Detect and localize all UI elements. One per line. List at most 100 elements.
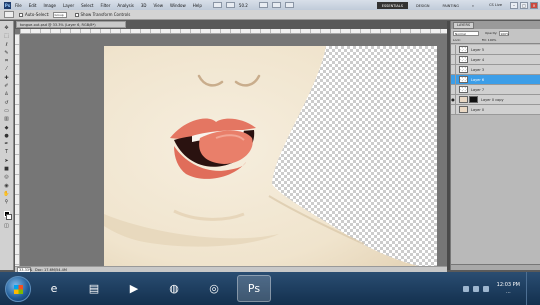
photoshop-logo: Ps: [4, 1, 11, 9]
show-desktop-button[interactable]: [526, 272, 534, 305]
visibility-eye-icon[interactable]: [451, 74, 456, 85]
fill-label[interactable]: Fill: 100%: [482, 38, 497, 42]
layer-row[interactable]: Layer 4: [451, 54, 540, 65]
menu-window[interactable]: Window: [170, 3, 186, 8]
clone-stamp-tool-icon[interactable]: ♙: [2, 91, 11, 99]
firefox-icon[interactable]: ◍: [157, 275, 191, 302]
gradient-tool-icon[interactable]: ▥: [2, 116, 11, 124]
tab-layers[interactable]: LAYERS: [453, 21, 475, 29]
menu-layer[interactable]: Layer: [63, 3, 74, 8]
visibility-eye-icon[interactable]: [451, 64, 456, 75]
layer-mask-thumbnail[interactable]: [469, 96, 478, 103]
flag-icon[interactable]: [482, 285, 489, 292]
visibility-eye-icon[interactable]: [451, 44, 456, 55]
close-button[interactable]: ×: [530, 1, 538, 9]
menu-image[interactable]: Image: [43, 3, 56, 8]
image-canvas[interactable]: [104, 46, 437, 270]
clock[interactable]: 12:03 PM ...: [497, 282, 520, 296]
arrange-documents-button[interactable]: [284, 2, 294, 8]
pen-tool-icon[interactable]: ✒: [2, 141, 11, 149]
layer-thumbnail: [459, 46, 468, 53]
hand-tool-icon[interactable]: ✋: [2, 191, 11, 199]
menu-select[interactable]: Select: [81, 3, 93, 8]
photoshop-icon[interactable]: Ps: [237, 275, 271, 302]
menu-analysis[interactable]: Analysis: [117, 3, 133, 8]
healing-tool-icon[interactable]: ✚: [2, 75, 11, 83]
opacity-field[interactable]: 100%: [499, 31, 510, 36]
layer-name: Layer 0: [471, 107, 485, 112]
hand-tool-button[interactable]: [258, 2, 268, 8]
menu-filter[interactable]: Filter: [100, 3, 110, 8]
workspace-essentials[interactable]: ESSENTIALS: [376, 1, 408, 9]
visibility-eye-icon[interactable]: ●: [451, 94, 456, 105]
workspace-painting[interactable]: PAINTING: [437, 2, 463, 9]
move-tool-icon[interactable]: ✥: [2, 25, 11, 33]
visibility-eye-icon[interactable]: [451, 104, 456, 115]
blur-tool-icon[interactable]: ◆: [2, 125, 11, 133]
layer-name: Layer 0 copy: [481, 97, 504, 102]
path-select-tool-icon[interactable]: ➤: [2, 158, 11, 166]
lock-label: Lock:: [453, 38, 461, 42]
3d-rotate-tool-icon[interactable]: ◎: [2, 174, 11, 182]
quick-mask-icon[interactable]: ◫: [2, 223, 11, 231]
volume-icon[interactable]: [472, 285, 479, 292]
rotate-view-button[interactable]: [271, 2, 281, 8]
layer-row[interactable]: Layer 0: [451, 104, 540, 115]
network-icon[interactable]: [462, 285, 469, 292]
visibility-eye-icon[interactable]: [451, 54, 456, 65]
workspace-more[interactable]: »: [467, 2, 479, 9]
move-tool-preset[interactable]: [4, 11, 14, 18]
options-bar: Auto-Select: Group Show Transform Contro…: [0, 10, 540, 20]
layer-options: Normal Opacity: 100% Lock: Fill: 100%: [451, 29, 540, 44]
cs-live-button[interactable]: CS Live: [489, 3, 502, 7]
minimize-button[interactable]: –: [510, 1, 518, 9]
background-color-swatch[interactable]: [6, 213, 12, 220]
workspace-design[interactable]: DESIGN: [411, 2, 435, 9]
document-tab[interactable]: tongue-out-psd @ 33.3% (Layer 6, RGB/8*): [16, 21, 126, 28]
menu-edit[interactable]: Edit: [29, 3, 37, 8]
ie-icon[interactable]: e: [37, 275, 71, 302]
auto-select-label: Auto-Select:: [25, 12, 50, 17]
layer-row[interactable]: Layer 6: [451, 74, 540, 85]
windows-taskbar: e ▤ ▶ ◍ ◎ Ps 12:03 PM ...: [0, 272, 540, 305]
layer-name: Layer 4: [471, 57, 485, 62]
layer-thumbnail: [459, 96, 468, 103]
start-button[interactable]: [5, 275, 31, 302]
3d-camera-tool-icon[interactable]: ◉: [2, 183, 11, 191]
layer-row[interactable]: Layer 7: [451, 84, 540, 95]
history-brush-tool-icon[interactable]: ↺: [2, 100, 11, 108]
layer-row[interactable]: Layer 3: [451, 64, 540, 75]
media-icon[interactable]: ▶: [117, 275, 151, 302]
menu-file[interactable]: File: [15, 3, 22, 8]
eraser-tool-icon[interactable]: ▭: [2, 108, 11, 116]
zoom-tool-icon[interactable]: ⚲: [2, 199, 11, 207]
show-transform-checkbox[interactable]: [74, 12, 79, 17]
quick-select-tool-icon[interactable]: ✎: [2, 50, 11, 58]
marquee-tool-icon[interactable]: ⬚: [2, 33, 11, 41]
chrome-icon[interactable]: ◎: [197, 275, 231, 302]
menu-help[interactable]: Help: [193, 3, 202, 8]
auto-select-checkbox[interactable]: [19, 12, 23, 17]
vertical-ruler: [15, 34, 20, 266]
shape-tool-icon[interactable]: ■: [2, 166, 11, 174]
auto-select-dropdown[interactable]: Group: [52, 11, 67, 18]
eyedropper-tool-icon[interactable]: ⁄: [2, 66, 11, 74]
maximize-button[interactable]: □: [520, 1, 528, 9]
lasso-tool-icon[interactable]: ℓ: [2, 42, 11, 50]
layer-row[interactable]: ● Layer 0 copy: [451, 94, 540, 105]
menu-view[interactable]: View: [154, 3, 164, 8]
type-tool-icon[interactable]: T: [2, 149, 11, 157]
crop-tool-icon[interactable]: ⌗: [2, 58, 11, 66]
folder-icon[interactable]: ▤: [77, 275, 111, 302]
visibility-eye-icon[interactable]: [451, 84, 456, 95]
layer-row[interactable]: Layer 5: [451, 44, 540, 55]
bridge-button[interactable]: [212, 2, 222, 8]
menu-3d[interactable]: 3D: [141, 3, 147, 8]
zoom-level[interactable]: 50.2: [239, 3, 248, 8]
brush-tool-icon[interactable]: ✐: [2, 83, 11, 91]
lock-row: Lock: Fill: 100%: [453, 38, 538, 42]
blend-mode-dropdown[interactable]: Normal: [453, 31, 479, 36]
mini-bridge-button[interactable]: [225, 2, 235, 8]
system-tray: 12:03 PM ...: [459, 272, 540, 305]
dodge-tool-icon[interactable]: ●: [2, 133, 11, 141]
